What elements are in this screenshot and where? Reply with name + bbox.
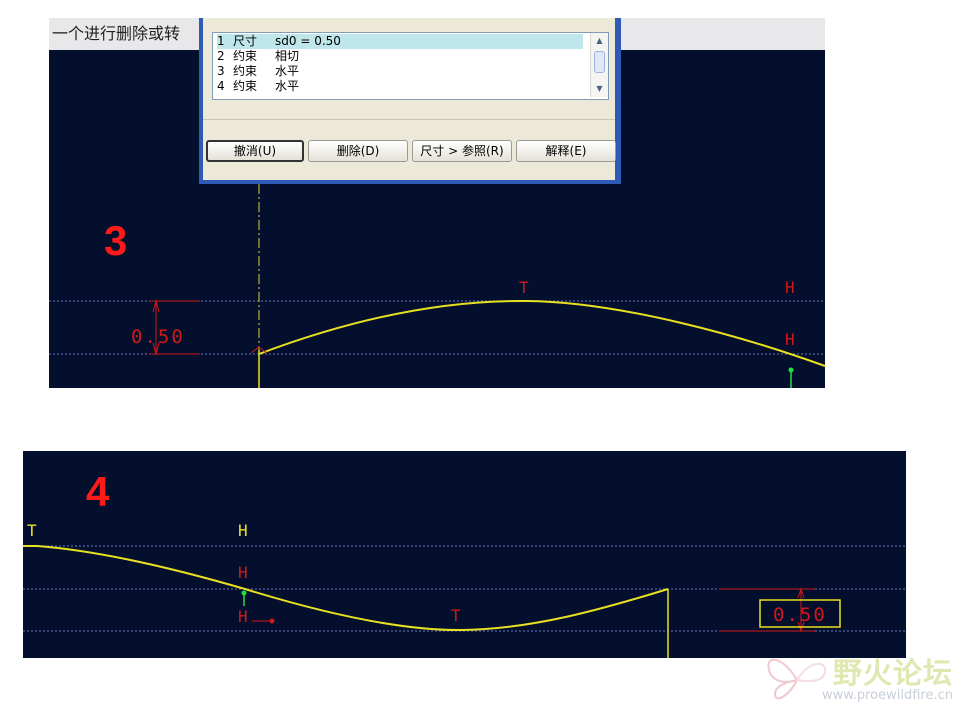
dim-value-step4[interactable]: 0.50 xyxy=(773,604,827,626)
dim-value-step3[interactable]: 0.50 xyxy=(131,326,185,348)
list-item[interactable]: 4 约束 水平 xyxy=(217,79,583,94)
step-number-3: 3 xyxy=(104,217,128,264)
scroll-down-icon[interactable]: ▼ xyxy=(593,83,606,95)
spline-curve[interactable] xyxy=(23,545,669,632)
resolve-sketch-dialog: 1 尺寸 sd0 = 0.50 2 约束 相切 3 约束 水平 4 约束 水平 ▲ ▼ 撤消(U… xyxy=(199,18,621,184)
h-constraint-point[interactable] xyxy=(269,618,275,624)
conflict-list[interactable]: 1 尺寸 sd0 = 0.50 2 约束 相切 3 约束 水平 4 约束 水平 ▲ ▼ xyxy=(212,32,609,100)
tangent-label-left: T xyxy=(27,521,37,540)
message-text: 一个进行删除或转 xyxy=(52,24,181,43)
horizontal-label-1: H xyxy=(785,278,795,297)
explain-button[interactable]: 解释(E) xyxy=(516,140,616,162)
list-scrollbar[interactable]: ▲ ▼ xyxy=(590,33,608,97)
horizontal-label-2: H xyxy=(785,330,795,349)
horizontal-label-1: H xyxy=(238,521,248,540)
sketch-drawing-step4: 0.50 T H H H T xyxy=(23,521,906,658)
dialog-separator xyxy=(203,119,615,120)
watermark-title: 野火论坛 xyxy=(833,656,954,690)
spline-curve[interactable] xyxy=(258,299,825,367)
step-number-4: 4 xyxy=(86,468,110,515)
list-item[interactable]: 2 约束 相切 xyxy=(217,49,583,64)
tangent-label: T xyxy=(519,278,529,297)
list-item[interactable]: 1 尺寸 sd0 = 0.50 xyxy=(217,34,583,49)
undo-button[interactable]: 撤消(U) xyxy=(206,140,304,162)
dim-to-ref-button[interactable]: 尺寸 > 参照(R) xyxy=(412,140,512,162)
watermark-url: www.proewildfire.cn xyxy=(822,688,953,703)
tangent-label-mid: T xyxy=(451,606,461,625)
horizontal-label-3: H xyxy=(238,607,248,626)
horizontal-label-2: H xyxy=(238,563,248,582)
endpoint-marker[interactable] xyxy=(788,367,794,373)
green-marker-point[interactable] xyxy=(241,590,247,596)
scroll-up-icon[interactable]: ▲ xyxy=(593,35,606,47)
delete-button[interactable]: 删除(D) xyxy=(308,140,408,162)
sketch-canvas-step4[interactable]: 0.50 T H H H T xyxy=(23,451,906,658)
scroll-thumb[interactable] xyxy=(594,51,605,73)
list-item[interactable]: 3 约束 水平 xyxy=(217,64,583,79)
